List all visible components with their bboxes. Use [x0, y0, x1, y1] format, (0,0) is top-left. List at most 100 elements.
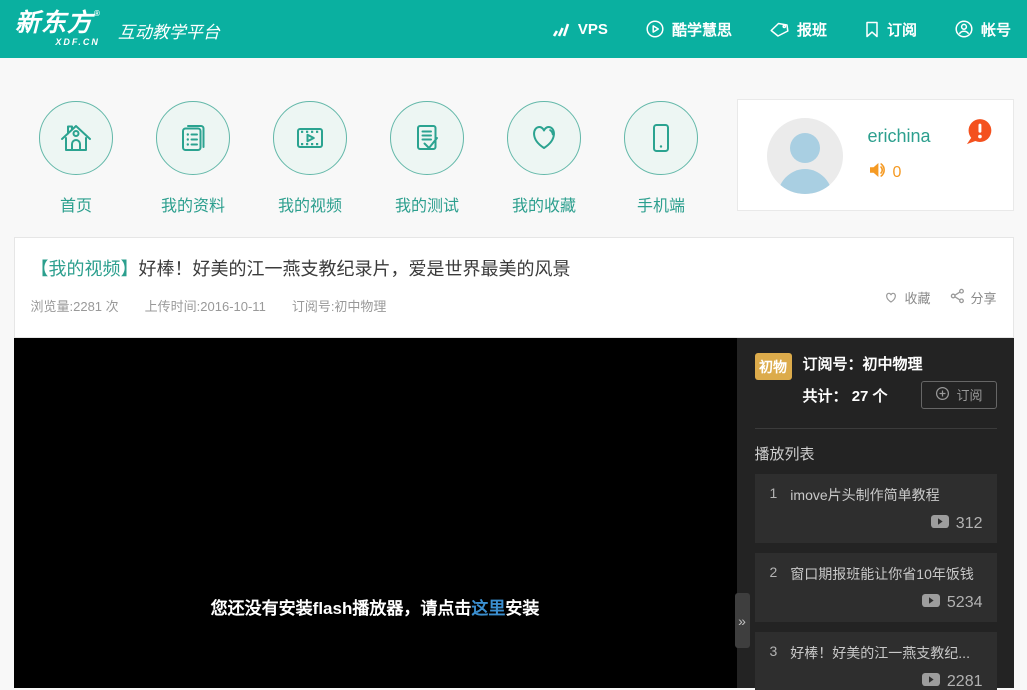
playlist-item-2[interactable]: 2 窗口期报班能让你省10年饭钱 5234 [755, 553, 997, 622]
avatar-head-shape [790, 133, 820, 163]
video-title: 好棒！好美的江一燕支教纪录片，爱是世界最美的风景 [139, 259, 571, 279]
quick-nav-label: 首页 [60, 192, 92, 216]
quick-nav-my-videos[interactable]: 我的视频 [252, 101, 369, 216]
playlist-item-title: imove片头制作简单教程 [790, 485, 939, 505]
bar-chart-icon [550, 20, 571, 38]
logo-brand-text: 新东方 [15, 11, 93, 36]
tag-icon [769, 20, 790, 39]
channel-header: 初物 订阅号：初中物理 共计： 27 个 订阅 [755, 353, 997, 409]
logo-domain-text: XDF.CN [15, 38, 100, 47]
channel-total-label: 共计： [803, 388, 848, 405]
play-count-icon [922, 673, 940, 690]
alert-bubble-icon[interactable] [964, 118, 993, 151]
user-icon [954, 19, 974, 39]
nav-item-vps[interactable]: VPS [550, 20, 608, 38]
play-circle-icon [645, 19, 665, 39]
bookmark-icon [864, 20, 880, 39]
playlist-item-index: 3 [770, 643, 778, 663]
playlist-title: 播放列表 [755, 443, 997, 464]
video-category-tag: 【我的视频】 [31, 259, 139, 279]
channel-badge: 初物 [755, 353, 792, 380]
heart-outline-icon [883, 289, 899, 307]
nav-item-label: 酷学慧思 [672, 19, 732, 40]
favorite-label: 收藏 [904, 288, 930, 307]
quick-nav-label: 我的资料 [161, 192, 225, 216]
play-count-icon [931, 515, 949, 533]
playlist-item-index: 2 [770, 564, 778, 584]
player-section: 您还没有安装flash播放器，请点击这里安装 初物 订阅号：初中物理 共计： 2… [14, 338, 1014, 688]
flash-message-post: 安装 [505, 599, 539, 618]
heart-icon [507, 101, 581, 175]
playlist-item-1[interactable]: 1 imove片头制作简单教程 312 [755, 474, 997, 543]
video-upload-time: 上传时间:2016-10-11 [145, 296, 266, 315]
subscribe-label: 订阅 [956, 385, 982, 404]
quick-nav-my-materials[interactable]: 我的资料 [135, 101, 252, 216]
playlist-item-title: 好棒！好美的江一燕支教纪... [790, 643, 970, 663]
quick-nav-mobile[interactable]: 手机端 [603, 101, 720, 216]
nav-item-label: 报班 [797, 19, 827, 40]
share-label: 分享 [970, 288, 996, 307]
channel-total-value: 27 个 [852, 388, 888, 405]
video-title-card: 【我的视频】好棒！好美的江一燕支教纪录片，爱是世界最美的风景 浏览量:2281 … [14, 237, 1014, 338]
quick-nav-label: 我的收藏 [512, 192, 576, 216]
quick-nav-home[interactable]: 首页 [18, 101, 135, 216]
quick-nav-my-favorites[interactable]: 我的收藏 [486, 101, 603, 216]
user-card: erichina 0 [737, 99, 1014, 211]
share-icon [950, 288, 965, 307]
documents-icon [156, 101, 230, 175]
logo-registered-mark: ® [94, 10, 100, 18]
nav-item-label: VPS [578, 21, 608, 38]
video-actions: 收藏 分享 [883, 288, 996, 307]
video-title-row: 【我的视频】好棒！好美的江一燕支教纪录片，爱是世界最美的风景 [15, 238, 1013, 281]
top-nav: VPS 酷学慧思 报班 订阅 帐号 [550, 19, 1011, 40]
video-views: 浏览量:2281 次 [31, 296, 119, 315]
quick-nav-label: 我的视频 [278, 192, 342, 216]
video-player[interactable]: 您还没有安装flash播放器，请点击这里安装 [14, 338, 737, 688]
playlist-item-count: 2281 [947, 673, 983, 690]
nav-item-label: 订阅 [887, 19, 917, 40]
test-check-icon [390, 101, 464, 175]
playlist-item-3[interactable]: 3 好棒！好美的江一燕支教纪... 2281 [755, 632, 997, 690]
avatar[interactable] [767, 118, 843, 194]
nav-item-baoban[interactable]: 报班 [769, 19, 827, 40]
film-icon [273, 101, 347, 175]
flash-install-link[interactable]: 这里 [471, 599, 505, 618]
video-meta-row: 浏览量:2281 次 上传时间:2016-10-11 订阅号:初中物理 [15, 281, 1013, 315]
subscribe-button[interactable]: 订阅 [921, 381, 996, 409]
favorite-button[interactable]: 收藏 [883, 288, 930, 307]
video-channel: 订阅号:初中物理 [292, 296, 387, 315]
channel-name: 订阅号：初中物理 [803, 353, 997, 374]
nav-item-dingyue[interactable]: 订阅 [864, 19, 917, 40]
speaker-icon [868, 161, 889, 184]
playlist-item-title: 窗口期报班能让你省10年饭钱 [790, 564, 974, 584]
nav-item-label: 帐号 [981, 19, 1011, 40]
username[interactable]: erichina [868, 126, 931, 147]
playlist-sidebar: 初物 订阅号：初中物理 共计： 27 个 订阅 播放列表 [737, 338, 1014, 688]
flash-message-pre: 您还没有安装flash播放器，请点击 [211, 599, 472, 618]
voice-count-value: 0 [893, 164, 902, 182]
channel-total: 共计： 27 个 [803, 385, 888, 406]
quick-nav-label: 手机端 [637, 192, 685, 216]
phone-icon [624, 101, 698, 175]
plus-circle-icon [935, 386, 950, 404]
top-header: 新东方 ® XDF.CN 互动教学平台 VPS 酷学慧思 报班 [0, 0, 1027, 58]
nav-item-zhanghao[interactable]: 帐号 [954, 19, 1011, 40]
top-section: 首页 我的资料 我的视频 我的测试 [14, 58, 1014, 237]
xdf-logo[interactable]: 新东方 ® XDF.CN [15, 11, 100, 47]
main-content: 首页 我的资料 我的视频 我的测试 [14, 58, 1014, 688]
quick-nav-label: 我的测试 [395, 192, 459, 216]
playlist-item-count: 312 [956, 515, 983, 533]
sidebar-collapse-handle[interactable]: » [735, 593, 750, 648]
voice-count[interactable]: 0 [868, 161, 902, 184]
chevron-right-icon: » [738, 613, 746, 629]
home-icon [39, 101, 113, 175]
flash-missing-message: 您还没有安装flash播放器，请点击这里安装 [14, 594, 737, 619]
nav-item-kuxuehuisi[interactable]: 酷学慧思 [645, 19, 732, 40]
playlist-item-index: 1 [770, 485, 778, 505]
play-count-icon [922, 594, 940, 612]
quick-nav-my-tests[interactable]: 我的测试 [369, 101, 486, 216]
avatar-body-shape [777, 169, 833, 194]
playlist-item-count: 5234 [947, 594, 983, 612]
sidebar-divider [755, 428, 997, 429]
share-button[interactable]: 分享 [950, 288, 996, 307]
